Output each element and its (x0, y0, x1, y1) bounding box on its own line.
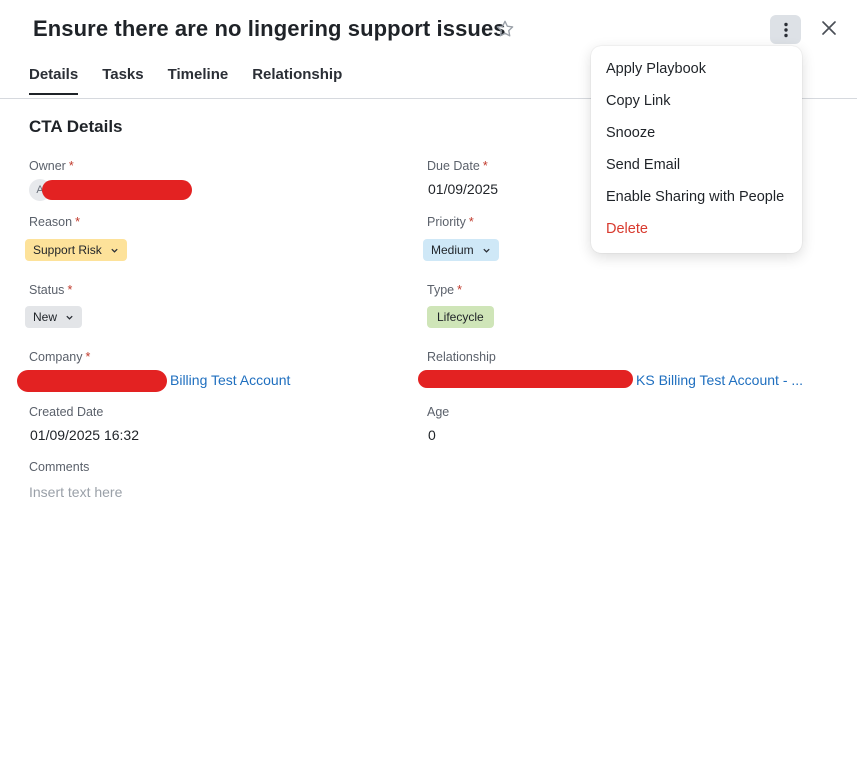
status-label: Status * (29, 283, 73, 297)
relationship-redaction (418, 370, 633, 388)
menu-item-delete[interactable]: Delete (606, 221, 648, 237)
owner-redaction (42, 180, 192, 200)
priority-select[interactable]: Medium (423, 239, 499, 261)
chevron-down-icon (483, 248, 490, 253)
page-title: Ensure there are no lingering support is… (33, 16, 506, 41)
comments-input[interactable]: Insert text here (29, 484, 122, 500)
star-icon[interactable] (495, 19, 515, 39)
section-title: CTA Details (29, 117, 123, 136)
tab-relationship[interactable]: Relationship (252, 66, 342, 93)
created-date-label: Created Date (29, 405, 104, 419)
chevron-down-icon (66, 315, 73, 320)
tab-bar: Details Tasks Timeline Relationship (29, 66, 342, 95)
menu-item-snooze[interactable]: Snooze (606, 125, 655, 141)
tab-details[interactable]: Details (29, 66, 79, 95)
owner-label: Owner * (29, 159, 74, 173)
due-date-value[interactable]: 01/09/2025 (428, 181, 498, 197)
menu-item-enable-sharing[interactable]: Enable Sharing with People (606, 189, 784, 205)
type-badge: Lifecycle (427, 306, 494, 328)
relationship-label: Relationship (427, 350, 496, 364)
chevron-down-icon (111, 248, 118, 253)
age-value: 0 (428, 427, 436, 443)
menu-item-apply-playbook[interactable]: Apply Playbook (606, 61, 706, 77)
company-link[interactable]: Billing Test Account (170, 372, 290, 388)
created-date-value: 01/09/2025 16:32 (30, 427, 139, 443)
type-label: Type * (427, 283, 462, 297)
reason-label: Reason * (29, 215, 80, 229)
company-label: Company * (29, 350, 91, 364)
relationship-link[interactable]: KS Billing Test Account - ... (636, 372, 803, 388)
close-icon[interactable] (819, 18, 839, 38)
reason-value: Support Risk (33, 243, 102, 257)
due-date-label: Due Date * (427, 159, 488, 173)
comments-label: Comments (29, 460, 90, 474)
more-options-menu: Apply Playbook Copy Link Snooze Send Ema… (591, 46, 802, 253)
more-options-button[interactable] (770, 15, 801, 44)
age-label: Age (427, 405, 450, 419)
priority-value: Medium (431, 243, 474, 257)
status-select[interactable]: New (25, 306, 83, 328)
more-vertical-icon (783, 22, 788, 37)
status-value: New (33, 310, 58, 324)
menu-item-copy-link[interactable]: Copy Link (606, 93, 670, 109)
company-redaction (17, 370, 167, 392)
tab-timeline[interactable]: Timeline (168, 66, 229, 93)
tab-tasks[interactable]: Tasks (102, 66, 143, 93)
reason-select[interactable]: Support Risk (25, 239, 127, 261)
priority-label: Priority * (427, 215, 474, 229)
menu-item-send-email[interactable]: Send Email (606, 157, 680, 173)
type-value: Lifecycle (437, 310, 484, 324)
